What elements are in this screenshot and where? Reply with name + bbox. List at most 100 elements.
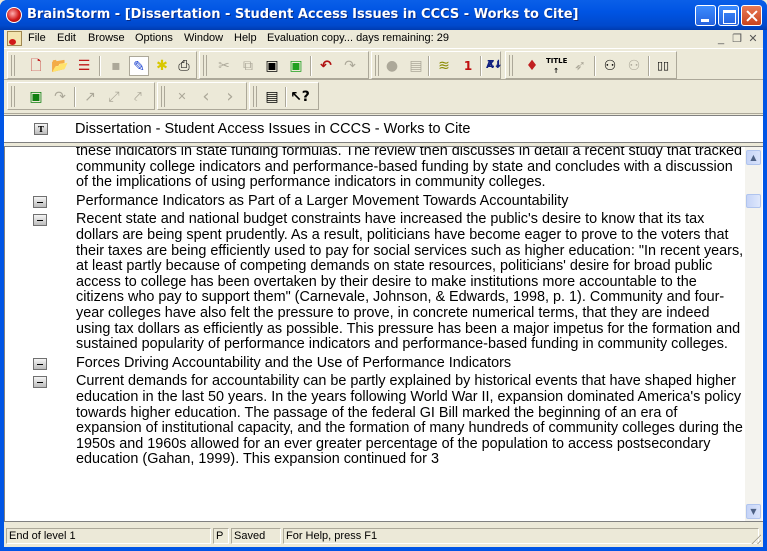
stack-header: T Dissertation - Student Access Issues i… [4, 115, 763, 143]
menu-edit[interactable]: Edit [57, 32, 76, 44]
node-text: Recent state and national budget constra… [76, 211, 744, 353]
context-help-icon[interactable]: ↖? [290, 87, 310, 107]
open-folder-icon[interactable]: 📂 [50, 56, 70, 76]
vertical-scrollbar[interactable]: ▲ ▼ [745, 147, 762, 521]
outline-node[interactable]: these indicators in state funding formul… [5, 146, 745, 191]
toolbar-navigate: ✕ ‹ › [157, 82, 247, 110]
paste-special-icon[interactable]: ▣ [286, 56, 306, 76]
delete-link-icon[interactable]: ✕ [172, 87, 192, 107]
menu-window[interactable]: Window [184, 32, 223, 44]
node-text: these indicators in state funding formul… [76, 146, 743, 191]
print-icon[interactable]: ⎙ [174, 56, 194, 76]
scroll-thumb[interactable] [746, 194, 761, 208]
menu-help[interactable]: Help [234, 32, 257, 44]
outline-node[interactable]: Recent state and national budget constra… [5, 212, 745, 352]
outline-node[interactable]: Current demands for accountability can b… [5, 374, 745, 468]
arrow-both-icon[interactable]: ⤢ [104, 87, 124, 107]
collapse-node-button[interactable] [33, 357, 47, 370]
brainstorm-app-icon[interactable] [6, 7, 22, 23]
maximize-button[interactable] [718, 5, 739, 26]
save-icon[interactable]: ▪ [106, 56, 126, 76]
undo-icon[interactable]: ↶ [316, 56, 336, 76]
paste-icon[interactable]: ▣ [262, 56, 282, 76]
status-bar: End of level 1 P Saved For Help, press F… [4, 527, 763, 545]
back-icon[interactable]: ‹ [196, 87, 216, 107]
note-edit-icon[interactable]: ▤ [406, 56, 426, 76]
mdi-close-button[interactable]: ✕ [745, 32, 761, 46]
binoculars-next-icon[interactable]: ⚇ [624, 56, 644, 76]
toolbar-grip[interactable] [11, 55, 15, 76]
outline-list: these indicators in state funding formul… [5, 146, 745, 471]
toolbar-outline: ● ▤ ≋ 1 A↓ [371, 51, 502, 79]
title-level-button[interactable]: T [34, 123, 48, 135]
toolbar-grip[interactable] [203, 55, 207, 76]
title-bar[interactable]: BrainStorm - [Dissertation - Student Acc… [0, 0, 767, 30]
node-text: Current demands for accountability can b… [76, 373, 743, 468]
mdi-minimize-button[interactable]: _ [713, 32, 729, 46]
toolbar-grip[interactable] [253, 86, 257, 107]
toolbar-grip[interactable] [509, 55, 513, 76]
collapse-node-button[interactable] [33, 195, 47, 208]
separator-lines-icon[interactable]: ≋ [434, 56, 454, 76]
document-system-menu-icon[interactable] [7, 31, 22, 46]
copy-icon[interactable]: ⧉ [238, 56, 258, 76]
rocket-icon[interactable]: ➶ [570, 56, 590, 76]
node-text: Forces Driving Accountability and the Us… [76, 354, 512, 371]
toolbar-separator [99, 56, 101, 76]
outline-node[interactable]: Forces Driving Accountability and the Us… [5, 354, 745, 372]
toolbar-row-1: 🗋 📂 ☰ ▪ ✎ ✱ ⎙ ✂ ⧉ ▣ ▣ ↶ ↷ ● ▤ ≋ 1 A↓ Z↓ … [4, 48, 763, 80]
outline-node[interactable]: Performance Indicators as Part of a Larg… [5, 193, 745, 210]
brain-stack-icon[interactable]: ☰ [74, 56, 94, 76]
toolbar-links: ▣ ↷ ↗ ⤢ ⤤ [7, 82, 155, 110]
title-up-icon[interactable]: TITLE ↑ [546, 56, 567, 76]
application-window: BrainStorm - [Dissertation - Student Acc… [0, 0, 767, 551]
collapse-node-button[interactable] [33, 214, 47, 227]
menu-file[interactable]: File [28, 32, 46, 44]
binoculars-icon[interactable]: ⚇ [600, 56, 620, 76]
sort-za-icon[interactable]: Z↓ [485, 55, 505, 75]
web-icon[interactable]: ✱ [152, 56, 172, 76]
client-area: File Edit Browse Options Window Help Eva… [4, 30, 763, 547]
minimize-button[interactable] [695, 5, 716, 26]
toolbar-row-2: ▣ ↷ ↗ ⤢ ⤤ ✕ ‹ › ▤ ↖? [4, 80, 763, 114]
two-pane-icon[interactable]: ▯▯ [653, 56, 673, 76]
collapse-node-button[interactable] [33, 376, 47, 389]
toolbar-separator [310, 56, 312, 76]
scroll-up-button[interactable]: ▲ [746, 150, 761, 165]
window-title: BrainStorm - [Dissertation - Student Acc… [27, 7, 579, 22]
toolbar-separator [285, 87, 287, 107]
status-position: End of level 1 [6, 528, 211, 544]
mdi-restore-button[interactable]: ❐ [729, 32, 745, 46]
toolbar-grip[interactable] [161, 86, 165, 107]
jump-icon[interactable]: ↷ [50, 87, 70, 107]
numbered-icon[interactable]: 1 [458, 56, 478, 76]
forward-icon[interactable]: › [220, 87, 240, 107]
arrow-up-right-icon[interactable]: ↗ [80, 87, 100, 107]
brain-icon[interactable]: ● [382, 56, 402, 76]
toolbar-grip[interactable] [11, 86, 15, 107]
arrow-link-icon[interactable]: ⤤ [128, 87, 148, 107]
toolbar-separator [594, 56, 596, 76]
status-help: For Help, press F1 [283, 528, 759, 544]
toolbar-edit: ✂ ⧉ ▣ ▣ ↶ ↷ [199, 51, 369, 79]
toolbar-tools: ♦ TITLE ↑ ➶ ⚇ ⚇ ▯▯ [505, 51, 677, 79]
balloon-icon[interactable]: ♦ [522, 56, 542, 76]
toolbar-grip[interactable] [375, 55, 379, 76]
status-mode: P [213, 528, 229, 544]
properties-icon[interactable]: ▤ [262, 87, 282, 107]
green-box-icon[interactable]: ▣ [26, 87, 46, 107]
toolbar-separator [428, 56, 430, 76]
stack-title: Dissertation - Student Access Issues in … [75, 121, 471, 137]
toolbar-file: 🗋 📂 ☰ ▪ ✎ ✱ ⎙ [7, 51, 197, 79]
menu-browse[interactable]: Browse [88, 32, 125, 44]
menu-bar: File Edit Browse Options Window Help Eva… [4, 30, 763, 47]
edit-pen-icon[interactable]: ✎ [129, 56, 149, 76]
toolbar-separator [648, 56, 650, 76]
cut-icon[interactable]: ✂ [214, 56, 234, 76]
scroll-down-button[interactable]: ▼ [746, 504, 761, 519]
redo-icon[interactable]: ↷ [340, 56, 360, 76]
toolbar-separator [480, 56, 482, 76]
close-button[interactable] [741, 5, 762, 26]
new-stack-icon[interactable]: 🗋 [26, 56, 46, 76]
menu-options[interactable]: Options [135, 32, 173, 44]
